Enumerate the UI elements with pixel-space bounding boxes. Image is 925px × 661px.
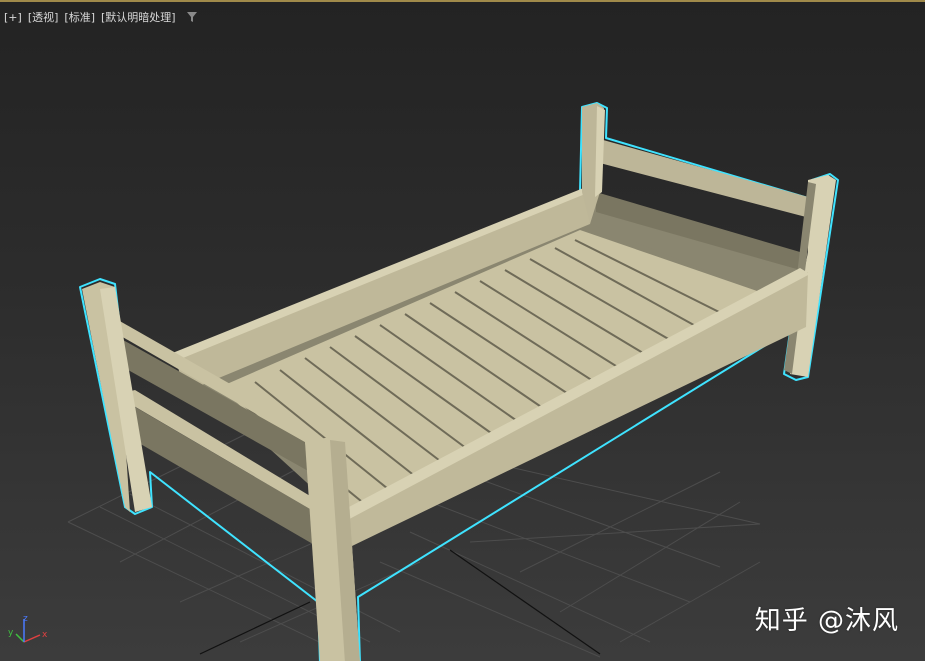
axis-x-label: x — [42, 630, 48, 640]
axis-y-label: y — [8, 628, 14, 638]
bed-model-scene: x y z — [8, 102, 839, 661]
watermark-text: 知乎 @沐风 — [754, 606, 899, 636]
bed-geometry — [82, 103, 836, 661]
axis-z-label: z — [23, 614, 28, 624]
3d-perspective-viewport[interactable]: [+] [透视] [标准] [默认明暗处理] x y z 知乎 @沐风 — [0, 0, 925, 661]
world-axis-lines — [199, 549, 601, 655]
axis-gizmo: x y z — [8, 614, 48, 643]
